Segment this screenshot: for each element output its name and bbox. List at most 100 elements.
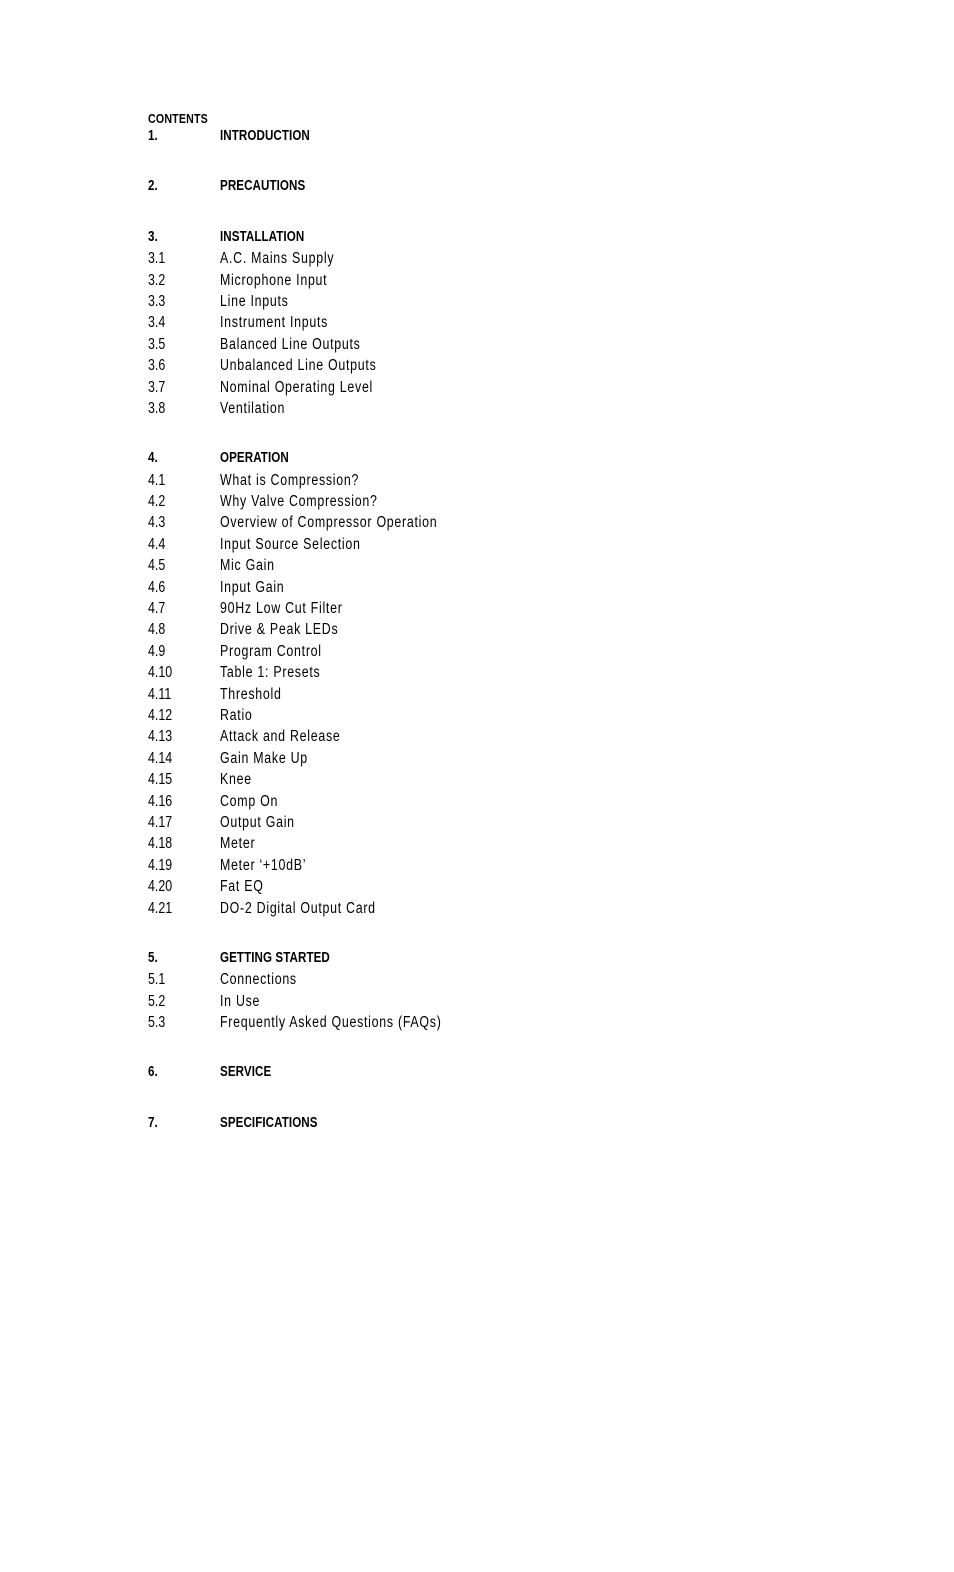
toc-entry-title: What is Compression?	[220, 471, 360, 489]
toc-subsection-row[interactable]: 4.21 DO-2 Digital Output Card	[148, 898, 848, 919]
toc-entry-title: A.C. Mains Supply	[220, 250, 335, 268]
toc-entry-number: 3.8	[148, 399, 166, 417]
toc-entry-title: 90Hz Low Cut Filter	[220, 600, 343, 618]
toc-entry-title: Meter	[220, 835, 256, 853]
toc-entry-number: 4.13	[148, 728, 173, 746]
toc-subsection-row[interactable]: 4.11 Threshold	[148, 684, 848, 705]
toc-subsection-row[interactable]: 3.1 A.C. Mains Supply	[148, 248, 848, 269]
toc-subsection-row[interactable]: 5.2 In Use	[148, 991, 848, 1012]
toc-entry-number: 4.20	[148, 878, 173, 896]
toc-section-row[interactable]: 6. SERVICE	[148, 1062, 848, 1083]
toc-subsection-row[interactable]: 4.6 Input Gain	[148, 577, 848, 598]
toc-subsection-row[interactable]: 4.2 Why Valve Compression?	[148, 491, 848, 512]
toc-entry-title: Table 1: Presets	[220, 664, 321, 682]
toc-entry-number: 4.3	[148, 514, 166, 532]
toc-entry-title: Program Control	[220, 642, 322, 660]
toc-entry-title: PRECAUTIONS	[220, 178, 306, 195]
toc-entry-number: 4.17	[148, 813, 173, 831]
toc-entry-number: 3.3	[148, 292, 166, 310]
toc-entry-number: 4.10	[148, 664, 173, 682]
toc-entry-number: 4.11	[148, 685, 172, 703]
toc-entry-title: Overview of Compressor Operation	[220, 514, 438, 532]
toc-subsection-row[interactable]: 5.3 Frequently Asked Questions (FAQs)	[148, 1012, 848, 1033]
toc-entry-number: 4.7	[148, 600, 166, 618]
toc-entry-title: Ratio	[220, 706, 253, 724]
toc-entry-title: DO-2 Digital Output Card	[220, 899, 376, 917]
toc-entry-title: Threshold	[220, 685, 282, 703]
toc-subsection-row[interactable]: 4.7 90Hz Low Cut Filter	[148, 598, 848, 619]
toc-entry-number: 4.6	[148, 578, 166, 596]
toc-entry-number: 5.3	[148, 1014, 166, 1032]
toc-subsection-row[interactable]: 4.13 Attack and Release	[148, 726, 848, 747]
toc-subsection-row[interactable]: 3.2 Microphone Input	[148, 270, 848, 291]
toc-subsection-row[interactable]: 4.10 Table 1: Presets	[148, 662, 848, 683]
toc-entry-title: GETTING STARTED	[220, 949, 330, 966]
toc-entry-title: Drive & Peak LEDs	[220, 621, 339, 639]
toc-entry-number: 4.15	[148, 771, 173, 789]
toc-section-row[interactable]: 7. SPECIFICATIONS	[148, 1113, 848, 1134]
toc-entry-title: Comp On	[220, 792, 279, 810]
toc-entry-title: SERVICE	[220, 1064, 272, 1081]
toc-subsection-row[interactable]: 4.9 Program Control	[148, 641, 848, 662]
toc-subsection-row[interactable]: 4.17 Output Gain	[148, 812, 848, 833]
toc-entry-number: 5.	[148, 949, 158, 966]
toc-subsection-row[interactable]: 3.4 Instrument Inputs	[148, 312, 848, 333]
toc-section-row[interactable]: 4. OPERATION	[148, 448, 848, 469]
toc-subsection-row[interactable]: 4.14 Gain Make Up	[148, 748, 848, 769]
toc-entry-title: Connections	[220, 971, 297, 989]
toc-entry-number: 4.4	[148, 535, 166, 553]
toc-entry-title: Line Inputs	[220, 292, 289, 310]
toc-entry-number: 3.2	[148, 271, 166, 289]
toc-subsection-row[interactable]: 3.5 Balanced Line Outputs	[148, 334, 848, 355]
toc-subsection-row[interactable]: 5.1 Connections	[148, 969, 848, 990]
toc-entry-title: Ventilation	[220, 399, 286, 417]
toc-subsection-row[interactable]: 3.7 Nominal Operating Level	[148, 377, 848, 398]
toc-group: 3. INSTALLATION 3.1 A.C. Mains Supply 3.2 Mic…	[148, 227, 848, 420]
table-of-contents: CONTENTS 1. INTRODUCTION 2. PRECAUTIONS 3. IN…	[148, 112, 848, 1134]
toc-subsection-row[interactable]: 4.8 Drive & Peak LEDs	[148, 619, 848, 640]
toc-entry-number: 4.14	[148, 749, 173, 767]
toc-entry-title: Fat EQ	[220, 878, 264, 896]
toc-subsection-row[interactable]: 3.3 Line Inputs	[148, 291, 848, 312]
toc-entry-number: 3.	[148, 228, 158, 245]
toc-group: 4. OPERATION 4.1 What is Compression? 4.2 Why…	[148, 448, 848, 919]
toc-entry-title: Balanced Line Outputs	[220, 335, 361, 353]
toc-section-row[interactable]: 3. INSTALLATION	[148, 227, 848, 248]
toc-subsection-row[interactable]: 3.6 Unbalanced Line Outputs	[148, 355, 848, 376]
toc-subsection-row[interactable]: 4.20 Fat EQ	[148, 876, 848, 897]
toc-subsection-row[interactable]: 4.18 Meter	[148, 833, 848, 854]
toc-entry-title: Meter ‘+10dB’	[220, 856, 307, 874]
toc-entry-title: INSTALLATION	[220, 228, 305, 245]
toc-subsection-row[interactable]: 4.3 Overview of Compressor Operation	[148, 512, 848, 533]
toc-entry-number: 4.	[148, 450, 158, 467]
toc-entry-title: INTRODUCTION	[220, 128, 310, 144]
toc-subsection-row[interactable]: 4.5 Mic Gain	[148, 555, 848, 576]
toc-entry-number: 6.	[148, 1064, 158, 1081]
toc-entry-title: Input Gain	[220, 578, 285, 596]
toc-subsection-row[interactable]: 4.15 Knee	[148, 769, 848, 790]
toc-group: 2. PRECAUTIONS	[148, 176, 848, 197]
toc-entry-number: 4.12	[148, 706, 173, 724]
toc-entry-number: 4.8	[148, 621, 166, 639]
toc-section-row[interactable]: 1. INTRODUCTION	[148, 126, 848, 147]
toc-subsection-row[interactable]: 4.16 Comp On	[148, 791, 848, 812]
toc-entry-number: 7.	[148, 1114, 158, 1131]
toc-entry-number: 3.7	[148, 378, 166, 396]
toc-entry-number: 4.1	[148, 471, 166, 489]
toc-entry-title: In Use	[220, 992, 261, 1010]
toc-group: 1. INTRODUCTION	[148, 126, 848, 147]
toc-entry-number: 2.	[148, 178, 158, 195]
toc-subsection-row[interactable]: 4.1 What is Compression?	[148, 470, 848, 491]
toc-subsection-row[interactable]: 4.12 Ratio	[148, 705, 848, 726]
toc-section-row[interactable]: 2. PRECAUTIONS	[148, 176, 848, 197]
toc-section-row[interactable]: 5. GETTING STARTED	[148, 948, 848, 969]
toc-entry-title: Knee	[220, 771, 252, 789]
toc-subsection-row[interactable]: 4.19 Meter ‘+10dB’	[148, 855, 848, 876]
toc-entry-title: Nominal Operating Level	[220, 378, 374, 396]
toc-entry-number: 5.2	[148, 992, 166, 1010]
toc-entry-title: SPECIFICATIONS	[220, 1114, 318, 1131]
toc-subsection-row[interactable]: 4.4 Input Source Selection	[148, 534, 848, 555]
toc-entry-title: Why Valve Compression?	[220, 493, 378, 511]
toc-entry-number: 4.21	[148, 899, 173, 917]
toc-subsection-row[interactable]: 3.8 Ventilation	[148, 398, 848, 419]
